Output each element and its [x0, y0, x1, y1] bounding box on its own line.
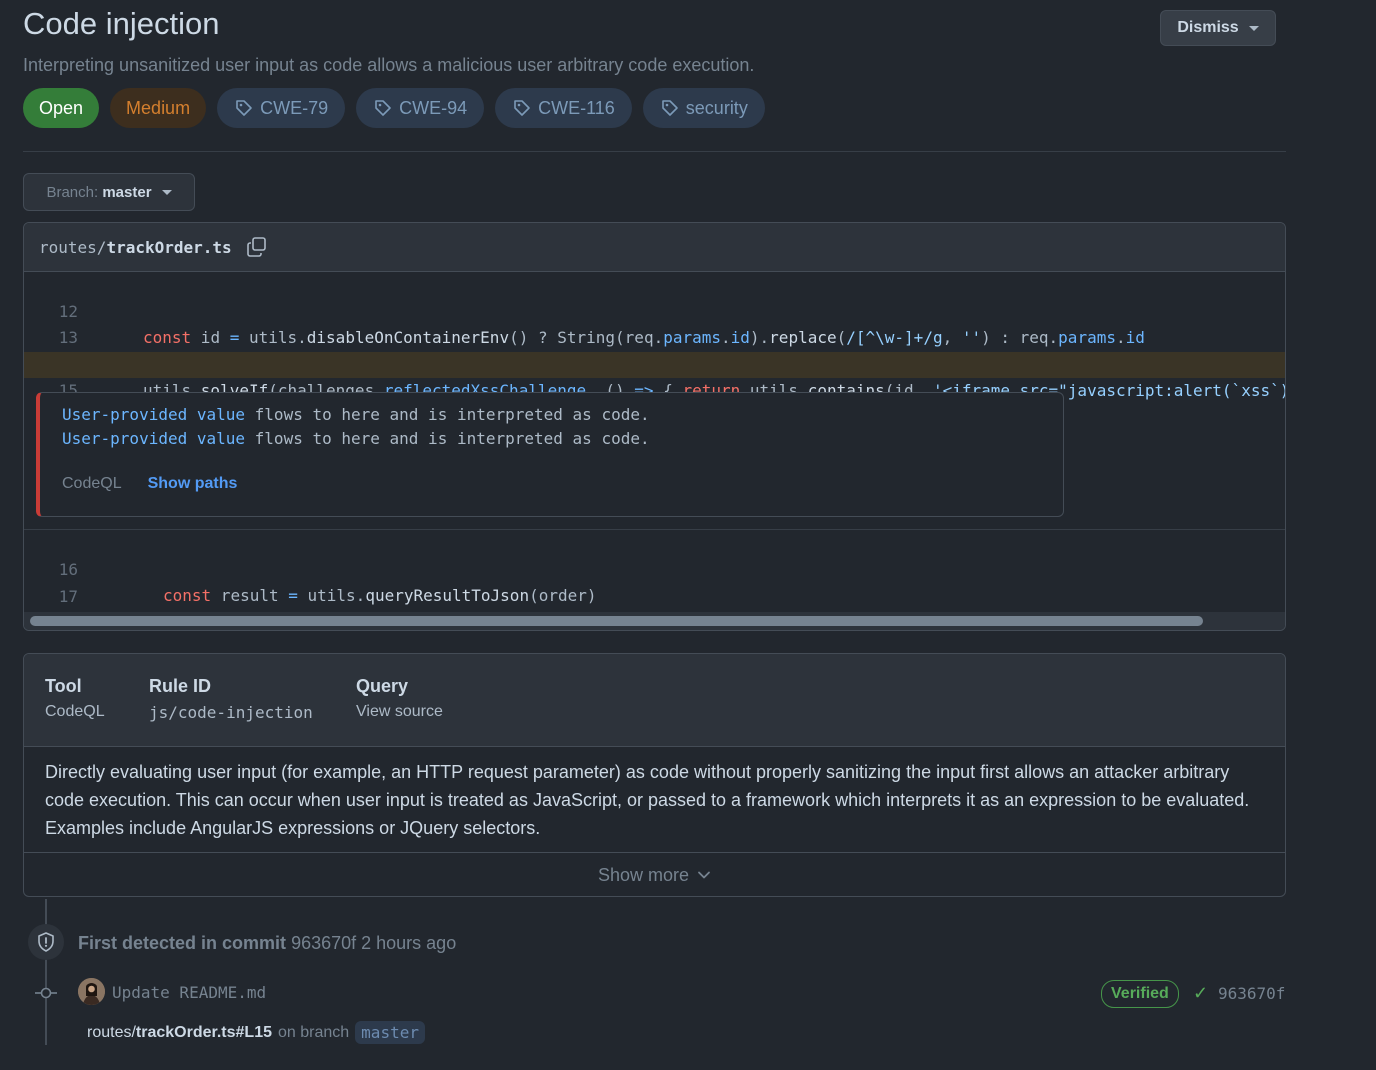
- branch-prefix: Branch:: [46, 183, 99, 201]
- tag-label: CWE-116: [538, 97, 615, 118]
- chevron-down-icon: [698, 871, 710, 879]
- tag-cwe-79[interactable]: CWE-79: [217, 88, 346, 128]
- page-subtitle: Interpreting unsanitized user input as c…: [23, 55, 755, 75]
- alert-annotation: User-provided value flows to here and is…: [36, 392, 1064, 517]
- dismiss-button[interactable]: Dismiss: [1160, 10, 1276, 46]
- verified-badge[interactable]: Verified: [1101, 980, 1179, 1008]
- meta-rule-id: Rule ID js/code-injection: [149, 676, 313, 722]
- meta-heading: Query: [356, 676, 409, 696]
- dismiss-label: Dismiss: [1177, 19, 1239, 36]
- horizontal-scrollbar[interactable]: [24, 612, 1285, 630]
- first-detected-meta: 963670f 2 hours ago: [291, 933, 457, 953]
- check-icon: ✓: [1193, 983, 1209, 1003]
- on-branch-label: on branch: [278, 1023, 350, 1041]
- view-source-link[interactable]: View source: [356, 703, 443, 721]
- meta-value: js/code-injection: [149, 703, 313, 722]
- alert-source-link[interactable]: User-provided value: [62, 429, 245, 448]
- tag-cwe-116[interactable]: CWE-116: [495, 88, 632, 128]
- location-file: trackOrder.ts#L15: [135, 1023, 272, 1041]
- show-paths-link[interactable]: Show paths: [148, 475, 238, 493]
- alert-message: User-provided value flows to here and is…: [62, 405, 650, 424]
- code-line: 18 if (result.data[0] === undefined) {: [24, 584, 1285, 630]
- code-line-highlighted: 15 db.orders.find({ $where: `this.orderI…: [24, 352, 1285, 426]
- alert-text: flows to here and is interpreted as code…: [245, 405, 650, 424]
- shield-icon: [38, 932, 54, 952]
- tag-icon: [236, 100, 252, 116]
- avatar[interactable]: [78, 978, 105, 1005]
- alert-footer: CodeQL Show paths: [62, 475, 237, 493]
- meta-heading: Tool: [45, 676, 82, 696]
- first-detected-text: First detected in commit 963670f 2 hours…: [78, 933, 456, 954]
- commit-location: routes/trackOrder.ts#L15 on branch maste…: [87, 1021, 425, 1044]
- divider: [24, 529, 1285, 530]
- rule-description: Directly evaluating user input (for exam…: [45, 762, 1250, 838]
- tag-label: CWE-94: [399, 97, 468, 118]
- file-dir: routes/: [39, 237, 107, 257]
- rule-details: Tool CodeQL Rule ID js/code-injection Qu…: [23, 653, 1286, 897]
- code-line: 17 utils.solveIf(challenges.noSqlOrdersC…: [24, 558, 1285, 630]
- tag-label: security: [685, 97, 748, 118]
- first-detected-label: First detected in commit: [78, 933, 287, 953]
- file-header: routes/trackOrder.ts: [24, 223, 1285, 272]
- branch-name: master: [102, 183, 152, 201]
- code-line: 12 const id = utils.disableOnContainerEn…: [24, 273, 1285, 347]
- meta-tool: Tool CodeQL: [45, 676, 105, 721]
- git-commit-icon: [35, 987, 57, 999]
- commit-sha[interactable]: 963670f: [1218, 984, 1285, 1003]
- status-badge: Open: [23, 88, 100, 128]
- tag-icon: [661, 100, 678, 116]
- show-more-label: Show more: [597, 864, 690, 885]
- timeline-badge: [28, 924, 64, 960]
- commit-message[interactable]: Update README.md: [112, 983, 266, 1002]
- tag-icon: [514, 100, 530, 116]
- code-line: 14 utils.solveIf(challenges.reflectedXss…: [24, 326, 1285, 400]
- tag-label: CWE-79: [260, 97, 329, 118]
- divider: [23, 151, 1286, 152]
- code-line: 16 const result = utils.queryResultToJso…: [24, 531, 1285, 605]
- show-more-button[interactable]: Show more: [24, 852, 1285, 896]
- caret-down-icon: [1248, 25, 1259, 31]
- alert-source-link[interactable]: User-provided value: [62, 405, 245, 424]
- label-row: Open Medium CWE-79 CWE-94 CWE-116 securi…: [23, 88, 765, 128]
- branch-selector[interactable]: Branch: master: [23, 173, 195, 211]
- location-link[interactable]: routes/trackOrder.ts#L15: [87, 1024, 272, 1042]
- alert-text: flows to here and is interpreted as code…: [245, 429, 650, 448]
- alert-message: User-provided value flows to here and is…: [62, 429, 650, 448]
- meta-value: CodeQL: [45, 703, 105, 720]
- scrollbar-thumb[interactable]: [30, 616, 1203, 626]
- severity-badge: Medium: [110, 88, 207, 128]
- rule-meta: Tool CodeQL Rule ID js/code-injection Qu…: [24, 654, 1285, 747]
- copy-icon[interactable]: [246, 236, 268, 258]
- file-path[interactable]: routes/trackOrder.ts: [39, 238, 232, 257]
- meta-query: Query View source: [356, 676, 443, 721]
- branch-chip: master: [355, 1021, 425, 1044]
- location-dir: routes/: [87, 1023, 136, 1041]
- timeline-line: [45, 899, 47, 1045]
- page-title: Code injection: [23, 6, 220, 41]
- tag-cwe-94[interactable]: CWE-94: [356, 88, 485, 128]
- meta-heading: Rule ID: [149, 676, 212, 696]
- tag-security[interactable]: security: [642, 88, 765, 128]
- tag-icon: [375, 100, 391, 116]
- code-snippet: routes/trackOrder.ts 12 const id = utils…: [23, 222, 1286, 631]
- file-name: trackOrder.ts: [106, 237, 232, 257]
- caret-down-icon: [161, 189, 172, 195]
- code-line: 13: [24, 299, 1285, 347]
- alert-tool: CodeQL: [62, 475, 122, 492]
